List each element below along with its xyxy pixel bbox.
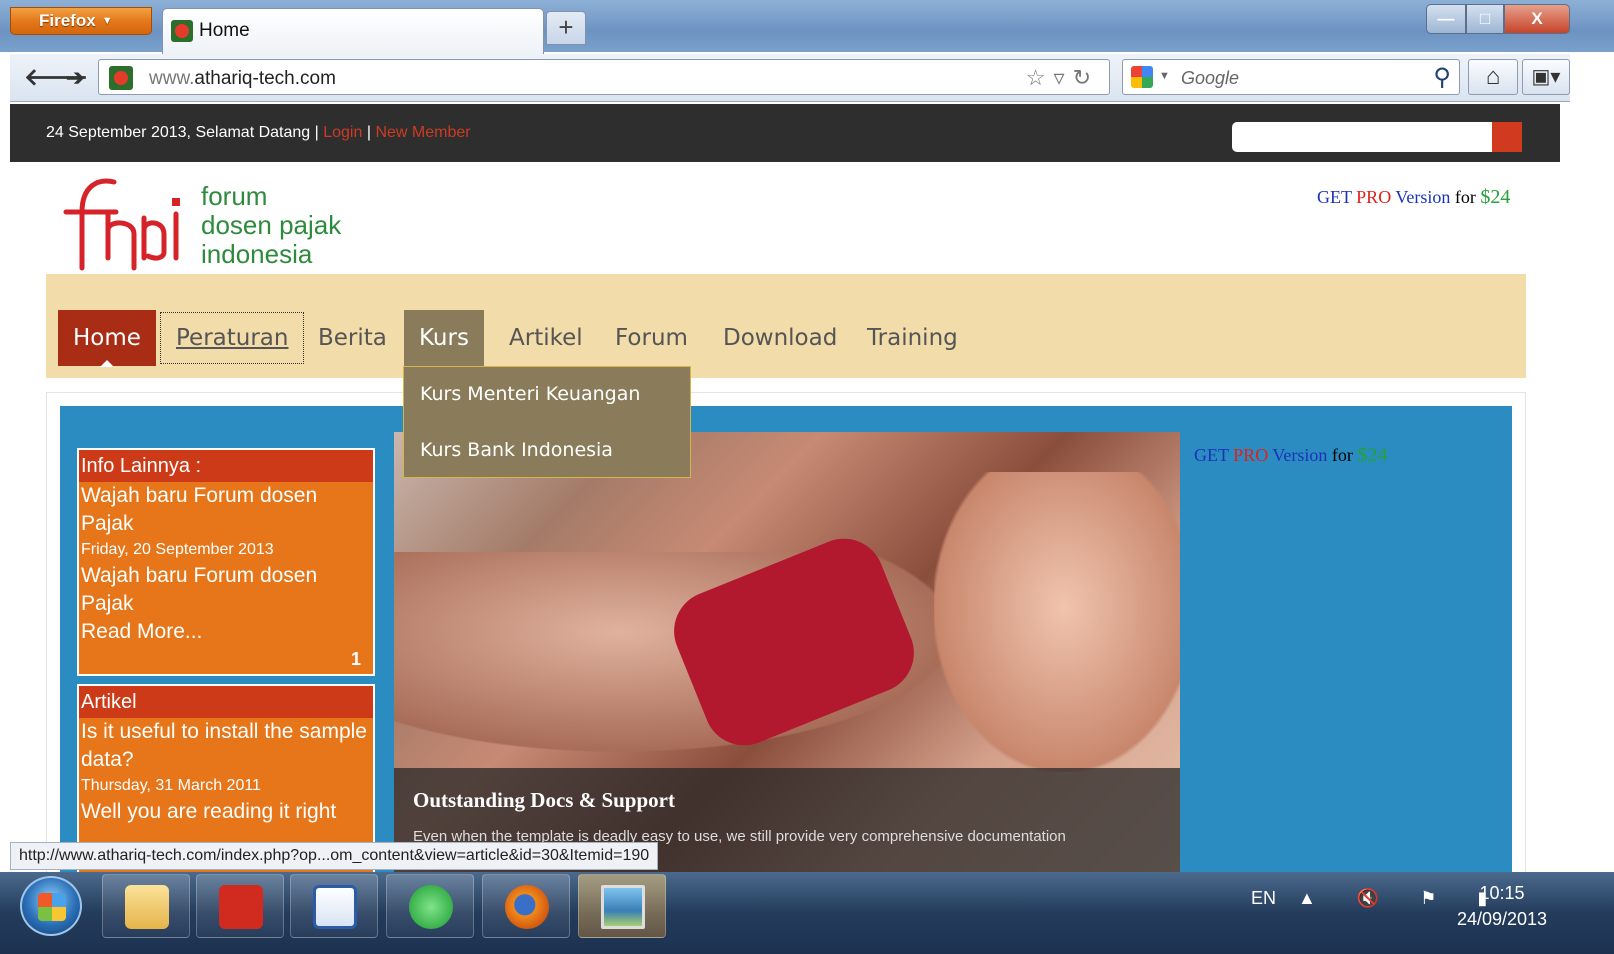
menu-home[interactable]: Home	[58, 310, 156, 367]
taskbar-explorer[interactable]	[102, 874, 190, 938]
windows-logo-icon	[38, 893, 66, 921]
clock-time: 10:15	[1479, 883, 1525, 903]
engine-dropdown-icon[interactable]: ▼	[1159, 70, 1170, 82]
box-title: Info Lainnya :	[79, 450, 373, 482]
status-bar-url: http://www.athariq-tech.com/index.php?op…	[10, 842, 659, 870]
menu-artikel[interactable]: Artikel	[494, 310, 598, 366]
menu-kurs-bank-indonesia[interactable]: Kurs Bank Indonesia	[420, 439, 613, 461]
language-indicator[interactable]: EN	[1251, 888, 1276, 909]
site-top-bar: 24 September 2013, Selamat Datang | Logi…	[10, 104, 1560, 162]
article-intro: Wajah baru Forum dosen Pajak	[81, 564, 318, 615]
search-bar[interactable]: ▼ Google ⚲	[1122, 59, 1460, 95]
photo-icon	[601, 885, 645, 929]
firefox-menu-button[interactable]: Firefox ▼	[10, 7, 152, 35]
read-more-link[interactable]: Read More...	[79, 618, 373, 646]
article-title-link[interactable]: data?	[79, 746, 373, 774]
kurs-dropdown-menu: Kurs Menteri Keuangan Kurs Bank Indonesi…	[403, 366, 691, 478]
greeting-line: 24 September 2013, Selamat Datang | Logi…	[46, 124, 471, 141]
site-favicon-icon	[171, 20, 193, 42]
pro-version-promo-top[interactable]: GET PRO Version for $24	[1317, 186, 1510, 209]
folder-icon	[125, 885, 169, 929]
firefox-icon	[505, 885, 549, 929]
taskbar-photo-viewer[interactable]	[578, 874, 666, 938]
fdpi-logo[interactable]	[56, 172, 186, 276]
firefox-menu-label: Firefox	[39, 11, 96, 30]
url-text: www.athariq-tech.com	[149, 68, 336, 89]
pdf-icon	[219, 885, 263, 929]
article-date: Thursday, 31 March 2011	[81, 777, 261, 794]
close-window-button[interactable]: X	[1504, 4, 1570, 34]
menu-download[interactable]: Download	[708, 310, 852, 366]
menu-kurs-menteri-keuangan[interactable]: Kurs Menteri Keuangan	[420, 383, 640, 405]
taskbar-word[interactable]	[290, 874, 378, 938]
box-title: Artikel	[79, 686, 373, 718]
clock-date: 24/09/2013	[1456, 909, 1548, 929]
bookmarks-icon: ▣▾	[1531, 66, 1561, 88]
browser-title-bar: Firefox ▼ Home + — □ X	[0, 0, 1614, 54]
slide-caption-title: Outstanding Docs & Support	[413, 788, 675, 812]
tab-home[interactable]: Home	[162, 8, 544, 54]
tab-label: Home	[199, 20, 250, 41]
greeting-text: 24 September 2013, Selamat Datang	[46, 124, 311, 141]
search-placeholder: Google	[1181, 68, 1240, 88]
site-search-input[interactable]	[1232, 122, 1492, 152]
slideshow[interactable]: Outstanding Docs & Support Even when the…	[394, 432, 1180, 872]
site-identity-icon[interactable]	[109, 66, 133, 90]
site-search-button[interactable]	[1492, 122, 1522, 152]
new-tab-button[interactable]: +	[546, 11, 586, 45]
google-engine-icon[interactable]	[1131, 66, 1153, 88]
article-intro: Well you are reading it right	[81, 800, 337, 823]
minimize-button[interactable]: —	[1426, 4, 1466, 34]
windows-taskbar: EN ▲ 🔇 ⚑ ▮ 10:15 24/09/2013	[0, 872, 1614, 954]
chevron-down-icon: ▼	[101, 15, 113, 27]
article-title-link[interactable]: Is it useful to install the sample	[79, 718, 373, 746]
green-app-icon	[409, 885, 453, 929]
home-button[interactable]: ⌂	[1468, 59, 1518, 95]
slide-image-hand	[934, 472, 1180, 772]
info-lainnya-box: Info Lainnya : Wajah baru Forum dosen Pa…	[77, 448, 375, 676]
new-member-link[interactable]: New Member	[375, 124, 470, 141]
menu-berita[interactable]: Berita	[303, 310, 402, 366]
article-title-link[interactable]: Wajah baru Forum dosen Pajak	[79, 482, 373, 538]
maximize-button[interactable]: □	[1466, 4, 1504, 34]
taskbar-acrobat[interactable]	[196, 874, 284, 938]
home-icon: ⌂	[1485, 63, 1501, 90]
page-number-link[interactable]: 1	[351, 649, 361, 670]
forward-arrow-icon[interactable]: ➔	[66, 66, 84, 90]
menu-forum[interactable]: Forum	[600, 310, 703, 366]
address-bar[interactable]: www.athariq-tech.com ☆▿↻	[98, 59, 1110, 95]
menu-training[interactable]: Training	[852, 310, 973, 366]
bookmarks-button[interactable]: ▣▾	[1522, 59, 1570, 95]
search-icon[interactable]: ⚲	[1433, 63, 1451, 92]
article-date: Friday, 20 September 2013	[81, 541, 274, 558]
web-page: 24 September 2013, Selamat Datang | Logi…	[10, 104, 1560, 872]
taskbar-firefox[interactable]	[482, 874, 570, 938]
system-clock[interactable]: 10:15 24/09/2013	[1452, 880, 1552, 932]
menu-peraturan[interactable]: Peraturan	[160, 312, 305, 364]
taskbar-green-app[interactable]	[386, 874, 474, 938]
menu-kurs[interactable]: Kurs	[404, 310, 484, 366]
navigation-toolbar: 🡐 ➔ www.athariq-tech.com ☆▿↻ ▼ Google ⚲ …	[10, 54, 1570, 102]
login-link[interactable]: Login	[323, 124, 362, 141]
start-button[interactable]	[20, 876, 82, 936]
word-icon	[313, 885, 357, 929]
logo-text: forum dosen pajak indonesia	[201, 181, 342, 269]
bookmark-star-icon[interactable]: ☆▿↻	[1026, 65, 1099, 91]
main-menu: Home Peraturan Berita Kurs Artikel Forum…	[46, 274, 1526, 378]
pro-version-promo-side[interactable]: GET PRO Version for $24	[1194, 444, 1387, 467]
